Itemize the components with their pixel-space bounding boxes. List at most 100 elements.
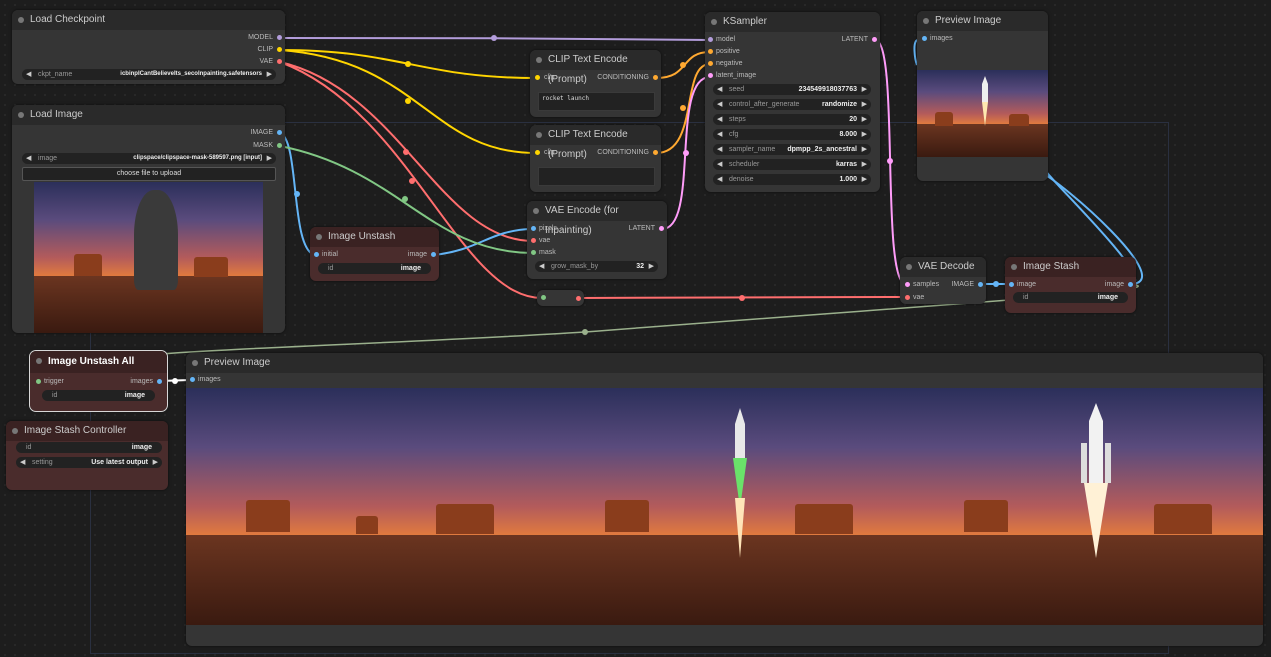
arrow-left-icon[interactable]: ◀ bbox=[717, 144, 722, 155]
arrow-right-icon[interactable]: ▶ bbox=[862, 129, 867, 140]
output-vae[interactable]: VAE bbox=[260, 57, 282, 67]
output-latent[interactable]: LATENT bbox=[842, 35, 877, 45]
arrow-left-icon[interactable]: ◀ bbox=[20, 457, 25, 468]
id-widget[interactable]: id image bbox=[318, 263, 431, 274]
arrow-left-icon[interactable]: ◀ bbox=[26, 153, 31, 164]
node-image-unstash[interactable]: Image Unstash initial image id image bbox=[310, 227, 439, 281]
output-image[interactable]: IMAGE bbox=[951, 280, 983, 290]
input-dot[interactable] bbox=[708, 37, 713, 42]
node-reroute[interactable] bbox=[537, 290, 584, 306]
node-title[interactable]: CLIP Text Encode (Prompt) bbox=[530, 125, 661, 160]
node-title[interactable]: VAE Encode (for Inpainting) bbox=[527, 201, 667, 236]
output-dot[interactable] bbox=[277, 35, 282, 40]
input-images[interactable]: images bbox=[190, 375, 221, 385]
output-image[interactable]: IMAGE bbox=[250, 128, 282, 138]
arrow-left-icon[interactable]: ◀ bbox=[717, 159, 722, 170]
input-trigger[interactable]: trigger bbox=[36, 377, 64, 387]
output-image[interactable]: image bbox=[408, 250, 436, 260]
input-dot[interactable] bbox=[535, 150, 540, 155]
input-vae[interactable]: vae bbox=[905, 293, 924, 303]
output-dot[interactable] bbox=[659, 226, 664, 231]
arrow-left-icon[interactable]: ◀ bbox=[717, 174, 722, 185]
input-dot[interactable] bbox=[531, 238, 536, 243]
arrow-right-icon[interactable]: ▶ bbox=[862, 114, 867, 125]
input-samples[interactable]: samples bbox=[905, 280, 939, 290]
output-dot[interactable] bbox=[653, 150, 658, 155]
output-dot[interactable] bbox=[1128, 282, 1133, 287]
input-clip[interactable]: clip bbox=[535, 73, 555, 83]
id-widget[interactable]: id image bbox=[42, 390, 155, 401]
input-clip[interactable]: clip bbox=[535, 148, 555, 158]
node-title[interactable]: Image Stash Controller bbox=[6, 421, 168, 441]
arrow-left-icon[interactable]: ◀ bbox=[717, 114, 722, 125]
node-title[interactable]: CLIP Text Encode (Prompt) bbox=[530, 50, 661, 85]
input-latent-image[interactable]: latent_image bbox=[708, 71, 756, 81]
steps-widget[interactable]: ◀ steps 20 ▶ bbox=[713, 114, 871, 125]
input-dot[interactable] bbox=[708, 49, 713, 54]
input-dot[interactable] bbox=[531, 226, 536, 231]
output-dot[interactable] bbox=[653, 75, 658, 80]
node-vae-encode-inpainting[interactable]: VAE Encode (for Inpainting) pixels vae m… bbox=[527, 201, 667, 279]
node-title[interactable]: VAE Decode bbox=[900, 257, 986, 277]
output-latent[interactable]: LATENT bbox=[629, 224, 664, 234]
input-initial[interactable]: initial bbox=[314, 250, 338, 260]
node-clip-text-encode-negative[interactable]: CLIP Text Encode (Prompt) clip CONDITION… bbox=[530, 125, 661, 192]
input-dot[interactable] bbox=[36, 379, 41, 384]
ckpt-name-combo[interactable]: ◀ ckpt_name icbinpICantBelieveIts_seco‍I… bbox=[22, 69, 276, 80]
arrow-left-icon[interactable]: ◀ bbox=[717, 84, 722, 95]
output-dot[interactable] bbox=[277, 130, 282, 135]
node-title[interactable]: Image Unstash bbox=[310, 227, 439, 247]
input-model[interactable]: model bbox=[708, 35, 735, 45]
output-dot[interactable] bbox=[277, 143, 282, 148]
arrow-right-icon[interactable]: ▶ bbox=[153, 457, 158, 468]
node-title[interactable]: Load Checkpoint bbox=[12, 10, 285, 30]
node-title[interactable]: Preview Image bbox=[186, 353, 1263, 373]
arrow-right-icon[interactable]: ▶ bbox=[267, 69, 272, 80]
output-dot[interactable] bbox=[978, 282, 983, 287]
prompt-textarea[interactable]: rocket launch bbox=[538, 92, 655, 111]
node-image-unstash-all[interactable]: Image Unstash All trigger images id image bbox=[29, 350, 168, 412]
id-widget[interactable]: id image bbox=[1013, 292, 1128, 303]
node-load-image[interactable]: Load Image IMAGE MASK ◀ image clipspace/… bbox=[12, 105, 285, 333]
arrow-left-icon[interactable]: ◀ bbox=[539, 261, 544, 272]
output-dot[interactable] bbox=[277, 59, 282, 64]
node-preview-image-bottom[interactable]: Preview Image images bbox=[186, 353, 1263, 646]
input-dot[interactable] bbox=[190, 377, 195, 382]
node-title[interactable]: Image Stash bbox=[1005, 257, 1136, 277]
node-load-checkpoint[interactable]: Load Checkpoint MODEL CLIP VAE ◀ ckpt_na… bbox=[12, 10, 285, 84]
node-clip-text-encode-positive[interactable]: CLIP Text Encode (Prompt) clip CONDITION… bbox=[530, 50, 661, 117]
output-dot[interactable] bbox=[277, 47, 282, 52]
node-vae-decode[interactable]: VAE Decode samples vae IMAGE bbox=[900, 257, 986, 304]
input-dot[interactable] bbox=[314, 252, 319, 257]
id-widget[interactable]: id image bbox=[16, 442, 162, 453]
output-dot[interactable] bbox=[431, 252, 436, 257]
prompt-textarea[interactable] bbox=[538, 167, 655, 186]
output-mask[interactable]: MASK bbox=[253, 141, 282, 151]
arrow-right-icon[interactable]: ▶ bbox=[862, 84, 867, 95]
input-dot[interactable] bbox=[531, 250, 536, 255]
input-dot[interactable] bbox=[905, 282, 910, 287]
seed-widget[interactable]: ◀ seed 234549918037763 ▶ bbox=[713, 84, 871, 95]
input-positive[interactable]: positive bbox=[708, 47, 740, 57]
arrow-left-icon[interactable]: ◀ bbox=[717, 129, 722, 140]
node-title[interactable]: KSampler bbox=[705, 12, 880, 32]
output-model[interactable]: MODEL bbox=[248, 33, 282, 43]
input-negative[interactable]: negative bbox=[708, 59, 742, 69]
input-mask[interactable]: mask bbox=[531, 248, 556, 258]
input-images[interactable]: images bbox=[922, 34, 953, 44]
arrow-right-icon[interactable]: ▶ bbox=[862, 174, 867, 185]
input-vae[interactable]: vae bbox=[531, 236, 550, 246]
input-dot[interactable] bbox=[541, 295, 546, 300]
input-dot[interactable] bbox=[708, 61, 713, 66]
node-title[interactable]: Load Image bbox=[12, 105, 285, 125]
input-dot[interactable] bbox=[905, 295, 910, 300]
output-dot[interactable] bbox=[157, 379, 162, 384]
scheduler-widget[interactable]: ◀ scheduler karras ▶ bbox=[713, 159, 871, 170]
output-dot[interactable] bbox=[576, 296, 581, 301]
arrow-left-icon[interactable]: ◀ bbox=[717, 99, 722, 110]
arrow-right-icon[interactable]: ▶ bbox=[649, 261, 654, 272]
arrow-right-icon[interactable]: ▶ bbox=[862, 144, 867, 155]
output-image[interactable]: image bbox=[1105, 280, 1133, 290]
node-title[interactable]: Image Unstash All bbox=[30, 351, 167, 373]
input-image[interactable]: image bbox=[1009, 280, 1036, 290]
